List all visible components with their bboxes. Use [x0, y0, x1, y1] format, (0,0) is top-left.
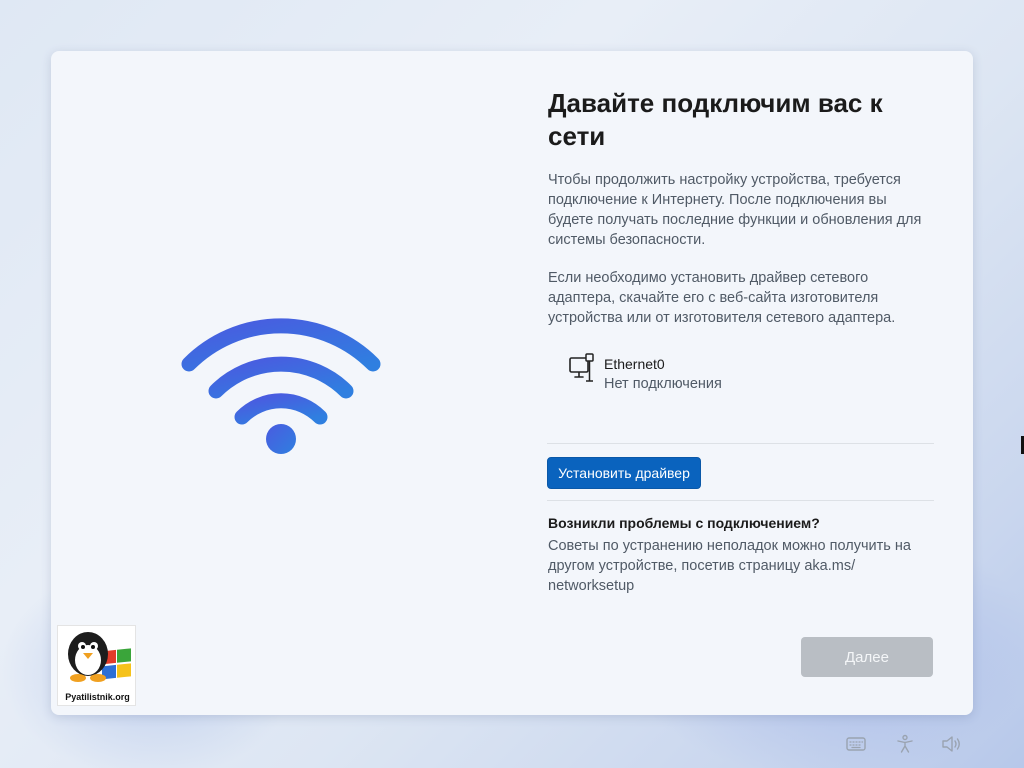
page-title: Давайте подключим вас к сети [548, 88, 883, 151]
help-text: Советы по устранению неполадок можно пол… [548, 538, 911, 594]
wifi-icon [181, 318, 381, 454]
wifi-arc-middle [208, 356, 354, 399]
description-connect: Чтобы продолжить настройку устройства, т… [548, 172, 922, 248]
divider [547, 443, 934, 444]
wifi-dot [266, 424, 296, 454]
volume-icon[interactable] [941, 734, 963, 754]
help-heading: Возникли проблемы с подключением? [548, 515, 820, 531]
network-item-ethernet0[interactable]: Ethernet0 Нет подключения [568, 353, 868, 395]
wifi-arc-inner [234, 393, 328, 425]
watermark-logo: Pyatilistnik.org [57, 625, 136, 706]
description-driver: Если необходимо установить драйвер сетев… [548, 270, 896, 326]
install-driver-button[interactable]: Установить драйвер [547, 457, 701, 489]
keyboard-icon[interactable] [846, 734, 866, 754]
accessibility-icon[interactable] [895, 734, 915, 754]
watermark-text: Pyatilistnik.org [65, 692, 130, 702]
network-name: Ethernet0 [604, 356, 665, 372]
next-button[interactable]: Далее [801, 637, 933, 677]
network-status: Нет подключения [604, 376, 722, 392]
ethernet-pc-icon [569, 353, 594, 382]
setup-dialog: Давайте подключим вас к сети Чтобы продо… [51, 51, 973, 715]
penguin-windows-icon [68, 632, 131, 682]
divider [547, 500, 934, 501]
illustration-pane [51, 51, 511, 715]
content-pane: Давайте подключим вас к сети Чтобы продо… [547, 51, 934, 715]
